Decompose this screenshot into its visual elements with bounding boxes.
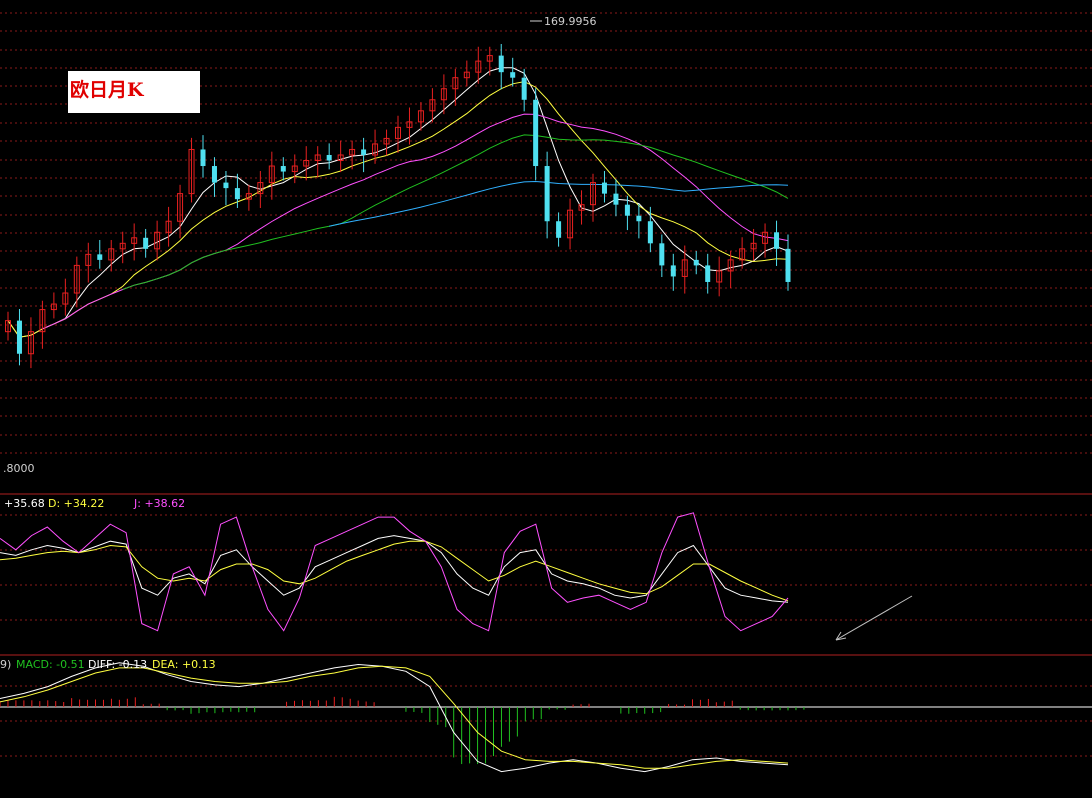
macd-label: MACD: -0.51 [16, 658, 85, 671]
candle-body [280, 166, 286, 172]
candle-body [97, 254, 103, 260]
candle-body [785, 248, 791, 282]
macd-panel [0, 662, 805, 773]
candle-body [211, 166, 217, 183]
candle-body [16, 320, 22, 354]
candle-body [693, 259, 699, 266]
candle-body [223, 182, 229, 189]
high-price-label: 169.9956 [544, 15, 597, 28]
low-axis-label: .8000 [3, 462, 35, 475]
trend-arrow [835, 595, 913, 641]
candle-body [624, 204, 630, 216]
candle-body [521, 77, 527, 100]
candle-body [636, 215, 642, 222]
candle-body [705, 265, 711, 282]
kdj-j-label: J: +38.62 [133, 497, 185, 510]
candle-body [659, 243, 665, 266]
candle-body [361, 149, 367, 155]
macd-prefix-label: 9) [0, 658, 11, 671]
candle-body [670, 265, 676, 277]
kdj-k-label: +35.68 [4, 497, 45, 510]
candle-body [533, 99, 539, 167]
candle-body [556, 221, 562, 238]
kdj-d-label: D: +34.22 [48, 497, 104, 510]
candle-body [613, 193, 619, 205]
candle-body [498, 55, 504, 73]
stock-chart: 169.9956 .8000 +35.68 D: +34.22 J: +38.6… [0, 12, 1092, 773]
candle-body [200, 149, 206, 167]
kdj-panel [0, 512, 913, 641]
candle-body [647, 221, 653, 244]
candle-body [510, 72, 516, 78]
candle-body [601, 182, 607, 194]
kdj-k-line [0, 535, 789, 603]
candle-body [774, 232, 780, 249]
candle-body [326, 154, 332, 161]
candle-body [234, 188, 240, 200]
kdj-d-line [0, 540, 789, 602]
ma30-line [122, 134, 789, 290]
chart-title: 欧日月K [70, 79, 144, 101]
ma20-line [42, 113, 789, 330]
macd-dea-label: DEA: +0.13 [152, 658, 216, 671]
candle-body [544, 166, 550, 222]
chart-title-box: 欧日月K [68, 71, 200, 113]
macd-diff-label: DIFF: -0.13 [88, 658, 147, 671]
candle-body [143, 237, 149, 249]
kdj-j-line [0, 512, 789, 632]
macd-dea-line [0, 665, 789, 769]
macd-diff-line [0, 662, 789, 773]
